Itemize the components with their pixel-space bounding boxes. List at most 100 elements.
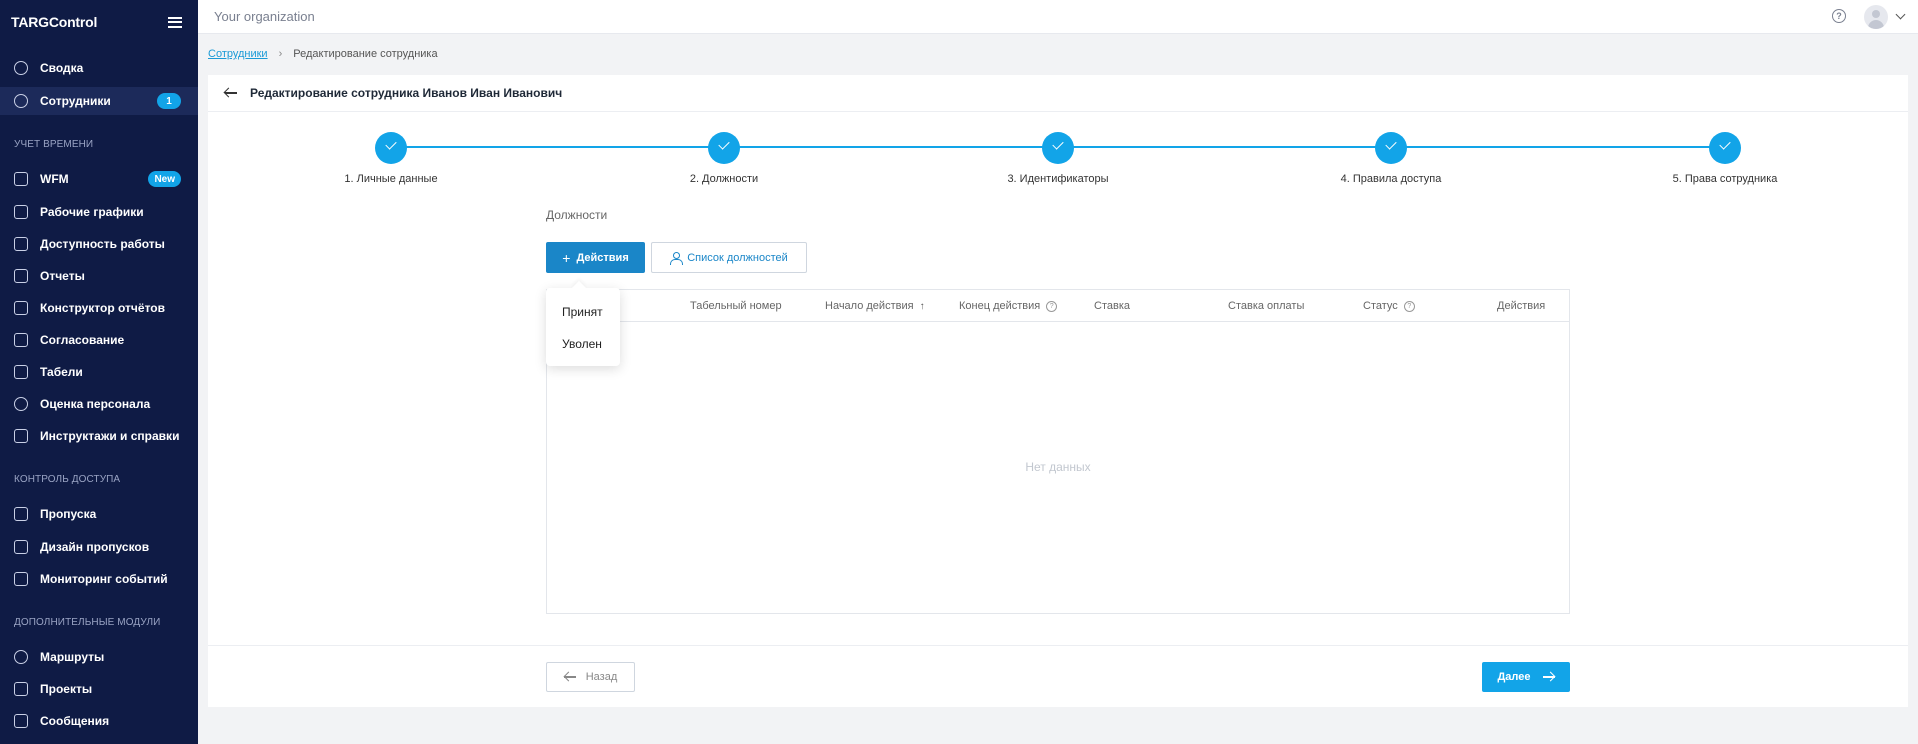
sidebar-item-messages[interactable]: Сообщения [0, 707, 198, 735]
step-label: 2. Должности [689, 173, 759, 185]
organization-name: Your organization [214, 9, 315, 24]
sidebar-item-availability[interactable]: Доступность работы [0, 230, 198, 258]
column-label: Статус [1363, 300, 1398, 312]
step-personal-data[interactable]: 1. Личные данные [301, 132, 481, 185]
builder-icon [14, 301, 28, 315]
sidebar-item-briefings[interactable]: Инструктажи и справки [0, 422, 198, 450]
menu-toggle-icon[interactable] [168, 16, 182, 28]
sidebar: TARGControl Сводка Сотрудники 1 Учет вре… [0, 0, 198, 744]
sidebar-item-label: Согласование [40, 333, 125, 347]
availability-icon [14, 237, 28, 251]
sidebar-item-label: Пропуска [40, 507, 97, 521]
chevron-down-icon[interactable] [1895, 9, 1906, 20]
help-icon[interactable]: ? [1832, 9, 1846, 23]
dashboard-icon [14, 61, 28, 75]
help-icon[interactable]: ? [1403, 300, 1415, 312]
column-header-status[interactable]: Статус ? [1363, 290, 1415, 322]
step-access-rules[interactable]: 4. Правила доступа [1301, 132, 1481, 185]
mail-icon [14, 714, 28, 728]
calendar-icon [14, 172, 28, 186]
column-label: Ставка [1094, 300, 1130, 312]
step-employee-rights[interactable]: 5. Права сотрудника [1635, 132, 1815, 185]
step-label: 1. Личные данные [344, 173, 438, 185]
menu-item-hired[interactable]: Принят [546, 296, 620, 328]
help-icon[interactable]: ? [1046, 300, 1058, 312]
back-button[interactable]: Назад [546, 662, 635, 692]
check-icon [1042, 132, 1074, 164]
bar-chart-icon [14, 269, 28, 283]
positions-list-button[interactable]: Список должностей [651, 242, 807, 273]
badge-icon [14, 507, 28, 521]
document-icon [14, 429, 28, 443]
sidebar-item-label: Отчеты [40, 269, 85, 283]
sidebar-item-summary[interactable]: Сводка [0, 54, 198, 82]
check-icon [708, 132, 740, 164]
table-header: Табельный номер Начало действия ↑ Конец … [547, 290, 1569, 322]
sidebar-item-passes[interactable]: Пропуска [0, 500, 198, 528]
star-icon [14, 397, 28, 411]
sidebar-item-approval[interactable]: Согласование [0, 326, 198, 354]
card-header: Редактирование сотрудника Иванов Иван Ив… [208, 75, 1908, 112]
arrow-left-icon [563, 672, 576, 682]
positions-table: Табельный номер Начало действия ↑ Конец … [546, 289, 1570, 614]
sidebar-item-projects[interactable]: Проекты [0, 675, 198, 703]
sidebar-item-label: Проекты [40, 682, 93, 696]
column-header-pay-rate[interactable]: Ставка оплаты [1228, 290, 1304, 322]
sidebar-item-report-builder[interactable]: Конструктор отчётов [0, 294, 198, 322]
sidebar-item-label: Инструктажи и справки [40, 429, 180, 443]
check-icon [1375, 132, 1407, 164]
sidebar-item-employees[interactable]: Сотрудники 1 [0, 87, 198, 115]
column-header-employee-number[interactable]: Табельный номер [690, 290, 782, 322]
edit-employee-card: Редактирование сотрудника Иванов Иван Ив… [208, 75, 1908, 707]
page-title: Редактирование сотрудника Иванов Иван Ив… [250, 86, 563, 100]
column-label: Табельный номер [690, 300, 782, 312]
arrow-right-icon [1542, 672, 1555, 682]
column-label: Начало действия [825, 300, 914, 312]
actions-button[interactable]: + Действия [546, 242, 645, 273]
sort-up-icon[interactable]: ↑ [920, 301, 925, 312]
sidebar-header: TARGControl [0, 0, 198, 44]
sidebar-item-routes[interactable]: Маршруты [0, 643, 198, 671]
section-access-control: Контроль доступа [14, 474, 121, 485]
monitoring-icon [14, 572, 28, 586]
column-header-rate[interactable]: Ставка [1094, 290, 1130, 322]
breadcrumb-separator: › [278, 48, 283, 60]
person-icon [670, 251, 684, 265]
sidebar-item-reports[interactable]: Отчеты [0, 262, 198, 290]
sidebar-item-label: Оценка персонала [40, 397, 151, 411]
app-logo[interactable]: TARGControl [11, 14, 97, 30]
sidebar-item-schedules[interactable]: Рабочие графики [0, 198, 198, 226]
column-header-start-date[interactable]: Начало действия ↑ [825, 290, 925, 322]
section-time-tracking: Учет времени [14, 139, 94, 150]
projects-icon [14, 682, 28, 696]
step-identifiers[interactable]: 3. Идентификаторы [968, 132, 1148, 185]
sidebar-item-label: Дизайн пропусков [40, 540, 150, 554]
sidebar-item-event-monitoring[interactable]: Мониторинг событий [0, 565, 198, 593]
check-icon [375, 132, 407, 164]
back-arrow-icon[interactable] [224, 86, 238, 100]
step-label: 5. Права сотрудника [1672, 173, 1778, 185]
sidebar-item-timesheets[interactable]: Табели [0, 358, 198, 386]
new-badge: New [148, 171, 181, 187]
count-badge: 1 [157, 93, 181, 109]
column-header-end-date[interactable]: Конец действия ? [959, 290, 1058, 322]
back-button-label: Назад [585, 671, 618, 683]
column-label: Действия [1497, 300, 1546, 312]
sidebar-item-wfm[interactable]: WFM New [0, 165, 198, 193]
step-label: 3. Идентификаторы [1007, 173, 1109, 185]
sidebar-item-assessment[interactable]: Оценка персонала [0, 390, 198, 418]
avatar[interactable] [1864, 5, 1888, 29]
actions-dropdown-menu: Принят Уволен [546, 288, 620, 366]
breadcrumb-link-employees[interactable]: Сотрудники [208, 48, 268, 60]
sidebar-item-pass-design[interactable]: Дизайн пропусков [0, 533, 198, 561]
column-header-actions: Действия [1497, 290, 1545, 322]
next-button[interactable]: Далее [1482, 662, 1570, 692]
sidebar-item-label: Сообщения [40, 714, 110, 728]
section-title-positions: Должности [546, 208, 608, 222]
next-button-label: Далее [1497, 671, 1531, 683]
sidebar-item-label: Сотрудники [40, 94, 111, 108]
sidebar-item-label: Доступность работы [40, 237, 165, 251]
menu-item-dismissed[interactable]: Уволен [546, 328, 620, 360]
step-positions[interactable]: 2. Должности [634, 132, 814, 185]
timesheet-icon [14, 365, 28, 379]
